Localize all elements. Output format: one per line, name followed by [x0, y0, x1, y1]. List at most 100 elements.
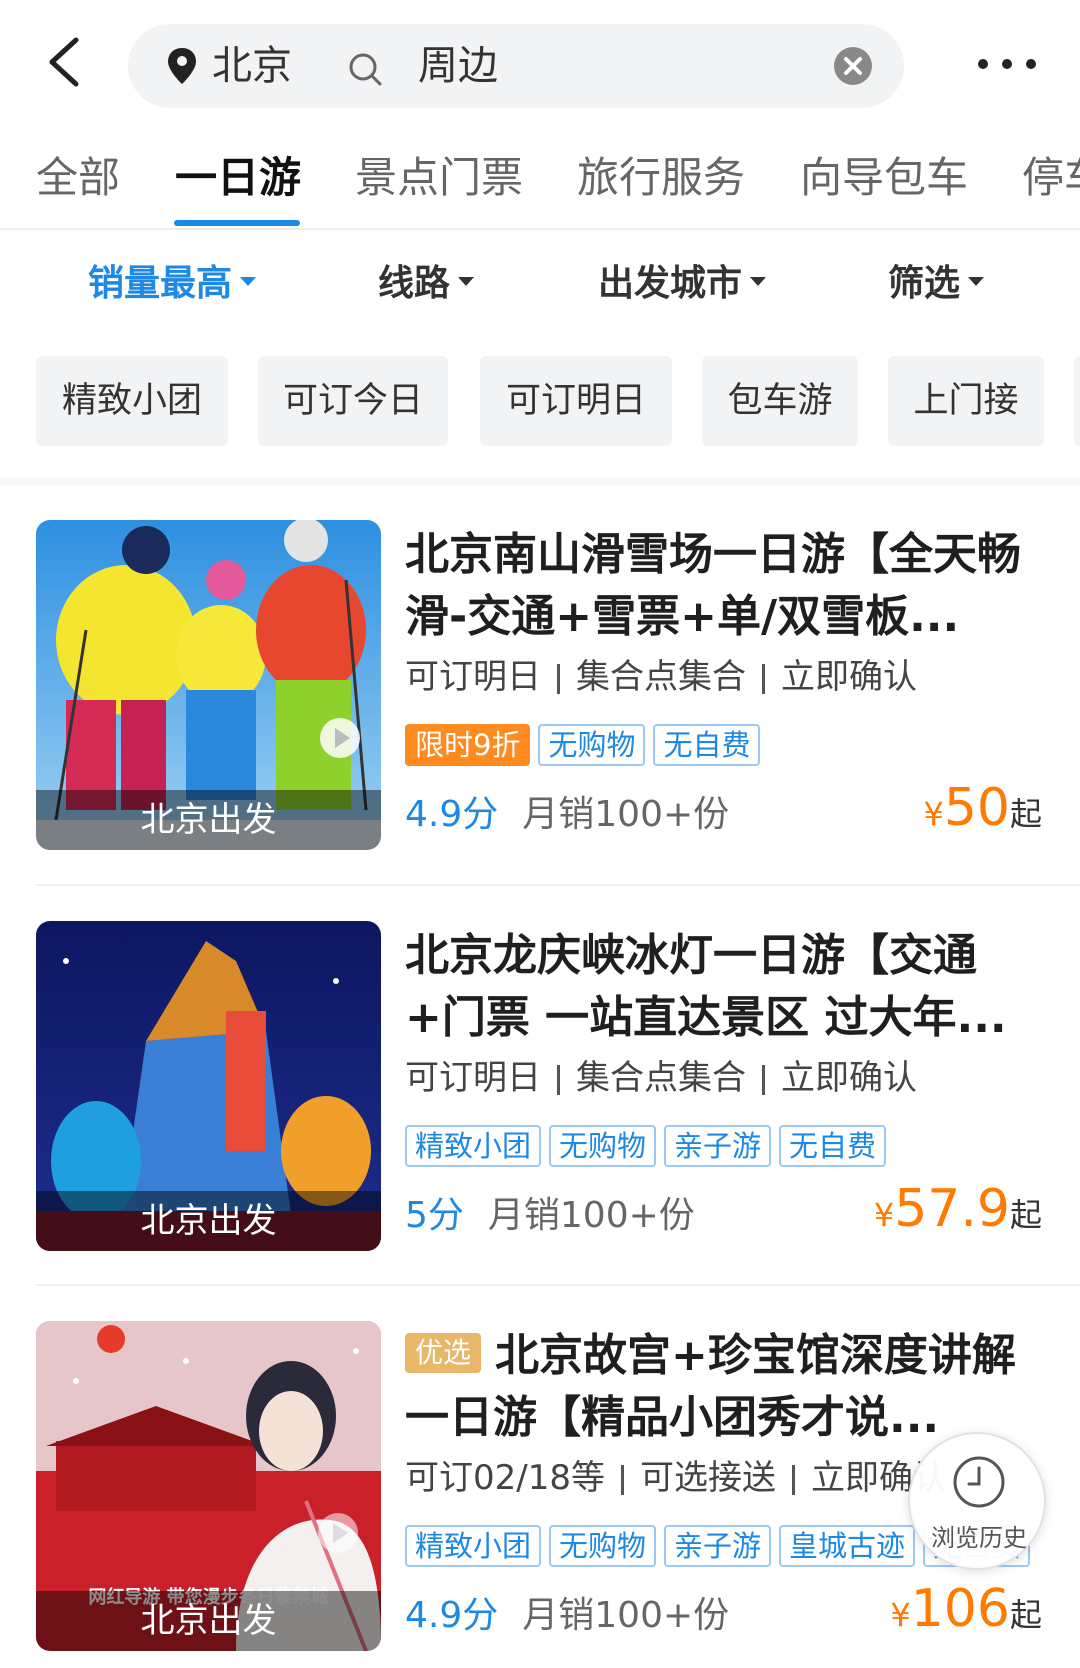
departure-label: 出发城市	[598, 263, 743, 304]
meta-divider	[762, 1064, 765, 1095]
meta-pickup: 可选接送	[639, 1458, 776, 1498]
product-image[interactable]: 北京出发	[36, 520, 381, 850]
play-video-icon[interactable]	[316, 1511, 360, 1555]
departure-city-dropdown[interactable]: 出发城市	[598, 260, 767, 308]
caret-down-icon	[750, 276, 767, 286]
product-title[interactable]: 北京南山滑雪场一日游【全天畅滑-交通+雪票+单/双雪板...	[405, 524, 1045, 648]
sort-bar: 销量最高 线路 出发城市 筛选	[0, 232, 1080, 336]
active-tab-indicator	[174, 220, 300, 226]
meta-divider	[620, 1464, 624, 1495]
clock-icon	[953, 1456, 1005, 1508]
product-title[interactable]: 北京龙庆峡冰灯一日游【交通+门票 一站直达景区 过大年...	[405, 925, 1045, 1049]
product-image[interactable]: 北京出发	[36, 921, 381, 1251]
rating-row: 4.9分 月销100+份	[405, 1591, 729, 1641]
price-suffix: 起	[1009, 795, 1042, 833]
tag: 无自费	[779, 1125, 887, 1167]
browse-history-button[interactable]: 浏览历史	[908, 1432, 1046, 1570]
product-title-text: 北京故宫+珍宝馆深度讲解一日游【精品小团秀才说...	[405, 1330, 1016, 1443]
currency-symbol: ¥	[873, 1196, 895, 1234]
tab-travel-services[interactable]: 旅行服务	[577, 150, 745, 206]
route-dropdown[interactable]: 线路	[378, 260, 475, 308]
departure-label: 北京出发	[36, 1191, 381, 1251]
currency-symbol: ¥	[923, 795, 944, 833]
tag: 亲子游	[664, 1525, 772, 1567]
chip-small-group[interactable]: 精致小团	[36, 356, 228, 446]
rating-score: 5分	[405, 1195, 464, 1236]
caret-down-icon	[458, 276, 475, 286]
divider	[36, 884, 1080, 886]
tag-discount: 限时9折	[405, 724, 531, 766]
tab-day-tour[interactable]: 一日游	[175, 150, 301, 206]
tag: 精致小团	[405, 1525, 542, 1567]
meta-confirm: 立即确认	[781, 1058, 917, 1098]
price: ¥57.9起	[874, 1179, 1042, 1239]
rating-row: 5分 月销100+份	[405, 1191, 695, 1241]
price-value: 106	[910, 1579, 1010, 1639]
tag: 精致小团	[405, 1125, 542, 1167]
search-icon	[349, 53, 382, 86]
product-image[interactable]: 网红导游 带您漫步冬日紫禁城 北京出发	[36, 1321, 381, 1651]
chip-more[interactable]	[1074, 356, 1080, 446]
currency-symbol: ¥	[890, 1596, 911, 1634]
preferred-badge: 优选	[405, 1333, 482, 1373]
product-meta: 可订明日 集合点集合 立即确认	[405, 654, 917, 700]
tag: 无购物	[538, 724, 646, 766]
play-video-icon[interactable]	[318, 716, 362, 760]
rating-score: 4.9分	[405, 1595, 499, 1636]
tab-all[interactable]: 全部	[36, 150, 120, 206]
price-value: 57.9	[894, 1179, 1010, 1239]
monthly-sales: 月销100+份	[522, 794, 730, 835]
meta-divider	[557, 1064, 560, 1095]
meta-pickup: 集合点集合	[576, 657, 746, 697]
departure-label: 北京出发	[36, 1591, 381, 1651]
product-tags: 精致小团 无购物 亲子游 无自费	[405, 1125, 894, 1169]
product-card[interactable]: 北京出发 北京龙庆峡冰灯一日游【交通+门票 一站直达景区 过大年... 可订明日…	[0, 921, 1080, 1291]
search-bar[interactable]: 北京 周边	[128, 24, 904, 108]
sort-sales-label: 销量最高	[88, 263, 233, 304]
tag: 皇城古迹	[779, 1525, 916, 1567]
product-title-text: 北京南山滑雪场一日游【全天畅滑-交通+雪票+单/双雪板...	[405, 529, 1021, 642]
meta-divider	[557, 663, 560, 694]
meta-divider	[762, 663, 765, 694]
chip-charter-tour[interactable]: 包车游	[702, 356, 858, 446]
divider	[36, 1284, 1080, 1286]
product-title[interactable]: 优选 北京故宫+珍宝馆深度讲解一日游【精品小团秀才说...	[405, 1325, 1045, 1449]
category-tabs: 全部 一日游 景点门票 旅行服务 向导包车 停车	[0, 130, 1080, 230]
more-options-icon[interactable]	[975, 48, 1039, 80]
tab-parking[interactable]: 停车	[1022, 150, 1080, 206]
back-arrow-icon[interactable]	[40, 34, 96, 90]
product-card[interactable]: 北京出发 北京南山滑雪场一日游【全天畅滑-交通+雪票+单/双雪板... 可订明日…	[0, 520, 1080, 890]
meta-confirm: 立即确认	[781, 657, 917, 697]
sort-by-sales[interactable]: 销量最高	[88, 260, 257, 308]
tab-tickets[interactable]: 景点门票	[355, 150, 523, 206]
route-label: 线路	[378, 263, 451, 304]
meta-booking: 可订02/18等	[405, 1458, 605, 1498]
chip-book-today[interactable]: 可订今日	[258, 356, 448, 446]
chip-book-tomorrow[interactable]: 可订明日	[480, 356, 672, 446]
caret-down-icon	[968, 276, 985, 286]
meta-booking: 可订明日	[405, 657, 541, 697]
city-selector[interactable]: 北京	[212, 40, 292, 92]
product-meta: 可订明日 集合点集合 立即确认	[405, 1055, 917, 1101]
meta-booking: 可订明日	[405, 1058, 541, 1098]
price: ¥106起	[890, 1579, 1042, 1639]
filter-dropdown[interactable]: 筛选	[888, 260, 985, 308]
product-tags: 限时9折 无购物 无自费	[405, 724, 768, 768]
product-title-text: 北京龙庆峡冰灯一日游【交通+门票 一站直达景区 过大年...	[405, 930, 1007, 1043]
meta-pickup: 集合点集合	[576, 1058, 746, 1098]
rating-score: 4.9分	[405, 794, 499, 835]
tag: 无自费	[653, 724, 761, 766]
price-suffix: 起	[1009, 1596, 1042, 1634]
quick-filter-chips: 精致小团 可订今日 可订明日 包车游 上门接	[0, 356, 1080, 448]
search-input[interactable]: 周边	[418, 40, 498, 92]
monthly-sales: 月销100+份	[522, 1595, 730, 1636]
section-separator	[0, 478, 1080, 486]
tag: 无购物	[549, 1125, 657, 1167]
chip-door-pickup[interactable]: 上门接	[888, 356, 1044, 446]
clear-icon[interactable]	[833, 46, 873, 86]
browse-history-label: 浏览历史	[931, 1524, 1027, 1552]
price-suffix: 起	[1009, 1196, 1042, 1234]
tab-guide-charter[interactable]: 向导包车	[800, 150, 968, 206]
top-bar: 北京 周边	[0, 0, 1080, 128]
meta-divider	[791, 1464, 795, 1495]
